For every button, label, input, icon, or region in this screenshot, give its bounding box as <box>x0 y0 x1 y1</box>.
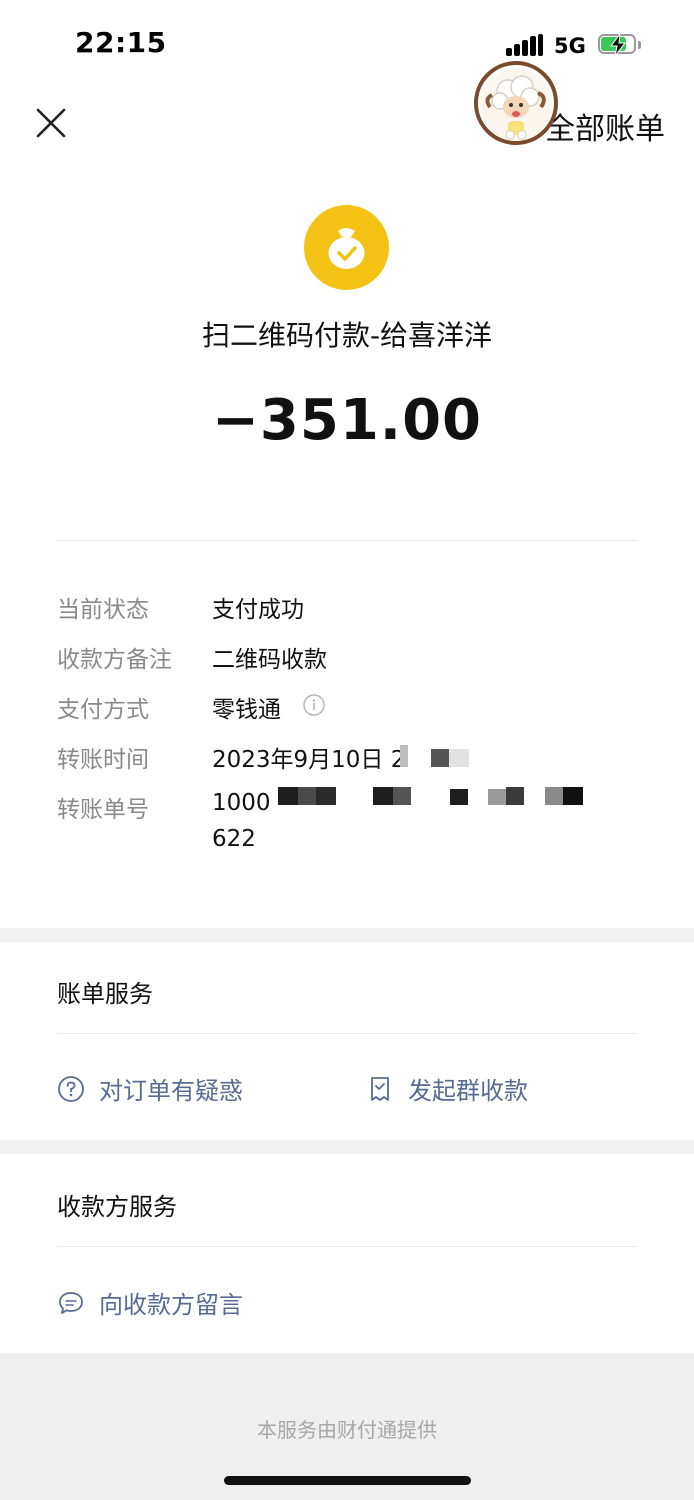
home-indicator[interactable] <box>224 1476 471 1485</box>
section-separator <box>0 1140 694 1154</box>
transaction-amount: −351.00 <box>211 388 483 453</box>
message-payee-label: 向收款方留言 <box>99 1291 243 1319</box>
all-bills-link[interactable]: 全部账单 <box>545 104 665 148</box>
receipt-icon <box>371 1076 389 1101</box>
question-circle-icon <box>58 1075 84 1102</box>
info-icon[interactable] <box>303 694 325 716</box>
battery-icon <box>598 32 642 58</box>
money-bag-check-icon <box>304 205 389 290</box>
footer-provider-text: 本服务由财付通提供 <box>257 1418 437 1442</box>
cellular-signal-icon <box>506 34 544 56</box>
close-icon <box>36 108 66 138</box>
status-time: 22:15 <box>75 26 167 59</box>
network-type: 5G <box>554 34 586 58</box>
close-button[interactable] <box>34 106 68 140</box>
detail-label-time: 转账时间 <box>57 747 149 773</box>
redacted-mosaic <box>278 787 588 807</box>
detail-label-order-number: 转账单号 <box>57 797 149 823</box>
divider <box>57 1033 637 1034</box>
divider <box>57 1246 637 1247</box>
detail-label-payment-method: 支付方式 <box>57 697 149 723</box>
detail-label-status: 当前状态 <box>57 597 149 623</box>
floating-avatar[interactable] <box>474 61 558 145</box>
sheep-avatar-icon <box>480 69 552 141</box>
chat-bubble-icon <box>59 1291 83 1314</box>
group-collect-button[interactable]: 发起群收款 <box>366 1071 528 1106</box>
order-question-label: 对订单有疑惑 <box>99 1077 243 1105</box>
detail-value-payment-method: 零钱通 <box>212 697 281 723</box>
transaction-title: 扫二维码付款-给喜洋洋 <box>201 319 493 352</box>
group-collect-label: 发起群收款 <box>408 1077 528 1105</box>
section-separator <box>0 928 694 942</box>
message-payee-button[interactable]: 向收款方留言 <box>57 1285 243 1320</box>
detail-value-status: 支付成功 <box>212 597 304 623</box>
detail-value-order-number: 1000 <box>212 790 271 816</box>
redacted-mosaic <box>400 745 472 767</box>
detail-value-time: 2023年9月10日 2 <box>212 747 406 773</box>
detail-value-remark: 二维码收款 <box>212 647 327 673</box>
bill-services-title: 账单服务 <box>57 980 153 1008</box>
order-question-button[interactable]: 对订单有疑惑 <box>57 1071 243 1106</box>
divider <box>57 540 637 541</box>
detail-value-order-number-line2: 622 <box>212 826 256 852</box>
detail-label-remark: 收款方备注 <box>57 647 172 673</box>
payee-services-title: 收款方服务 <box>57 1193 177 1221</box>
